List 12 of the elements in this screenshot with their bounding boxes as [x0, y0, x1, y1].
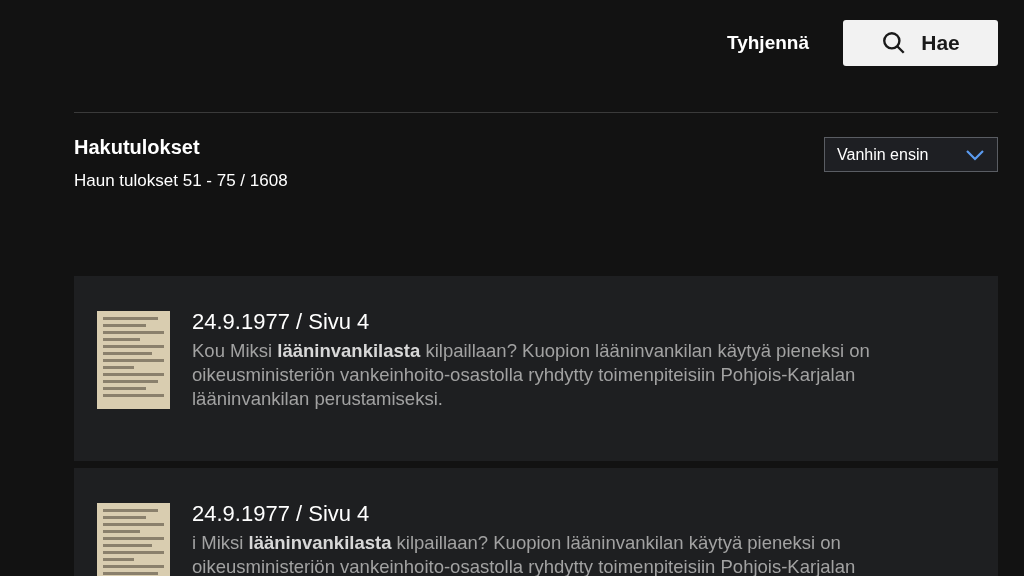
result-heading: 24.9.1977 / Sivu 4 [192, 501, 371, 527]
clear-button[interactable]: Tyhjennä [727, 32, 809, 54]
result-snippet: Kou Miksi lääninvankilasta kilpaillaan? Kuopion lääninvankilan käytyä pieneksi on oikeusministeriön vankeinhoito-osastolla ryhdytty toimenpiteisiin Pohjois-Karjalan lääninvankilan perustamiseksi. [192, 339, 871, 412]
result-snippet: i Miksi lääninvankilasta kilpaillaan? Kuopion lääninvankilan käytyä pieneksi on oikeusministeriön vankeinhoito-osastolla ryhdytty toimenpiteisiin Pohjois-Karjalan [192, 531, 857, 576]
results-title: Hakutulokset [74, 136, 201, 159]
result-card[interactable] [74, 276, 998, 461]
sort-dropdown[interactable]: Vanhin ensin [824, 137, 998, 172]
search-button[interactable]: Hae [843, 20, 998, 66]
results-summary: Haun tulokset 51 - 75 / 1608 [74, 171, 288, 191]
result-card[interactable]: 24.9.1977 / Sivu 4 i Miksi lääninvankilasta kilpaillaan? Kuopion lääninvankilan käytyä pieneksi on oikeusministeriön vankeinhoito-osastolla ryhdytty toimenpiteisiin Pohjois-Karjalan [74, 468, 998, 576]
result-heading: 24.9.1977 / Sivu 4 [192, 309, 371, 335]
chevron-down-icon [965, 148, 985, 161]
